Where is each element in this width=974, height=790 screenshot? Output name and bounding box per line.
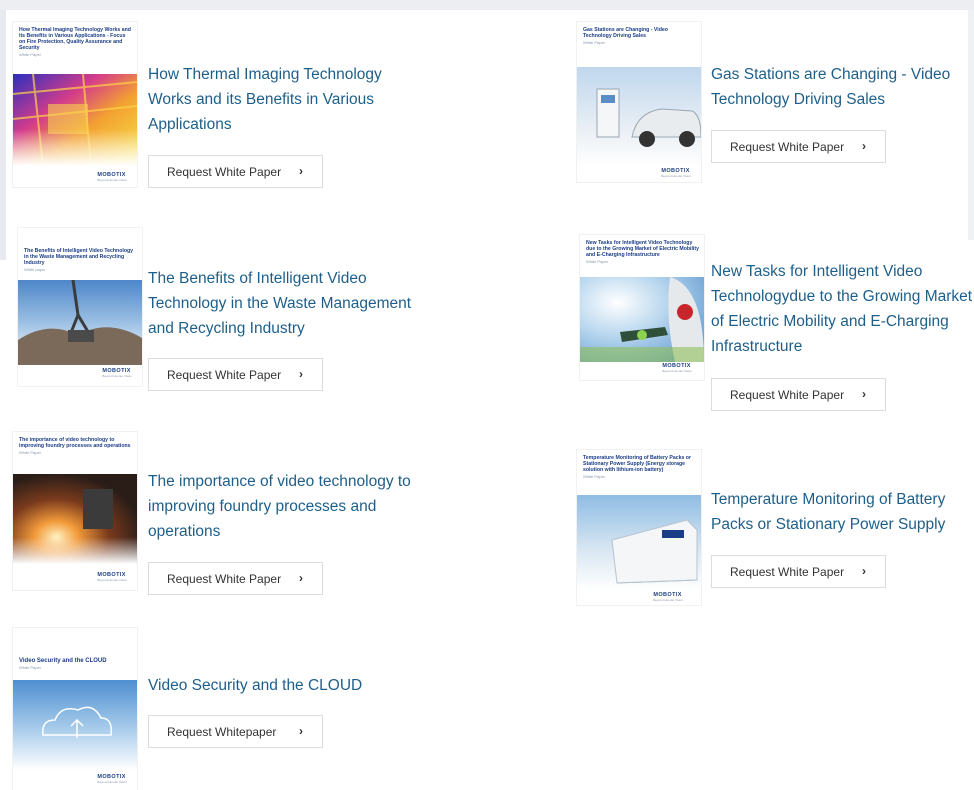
thumb-image [13,474,137,564]
paper-title-link[interactable]: New Tasks for Intelligent Video Technolo… [711,259,974,359]
mobotix-logo: MOBOTIX Beyond Human Vision [662,363,692,373]
thumb-title: Temperature Monitoring of Battery Packs … [583,455,691,473]
thumb-subtitle: White Paper [583,474,606,479]
paper-thumbnail[interactable]: Video Security and the CLOUD White Paper … [13,628,137,790]
thumb-subtitle: White Paper [19,450,42,455]
paper-thumbnail[interactable]: How Thermal Imaging Technology Works and… [13,22,137,187]
thumb-subtitle: White Paper [586,259,609,264]
paper-title-link[interactable]: Temperature Monitoring of Battery Packs … [711,487,971,537]
request-white-paper-button[interactable]: Request White Paper › [711,555,886,588]
paper-title-link[interactable]: Gas Stations are Changing - Video Techno… [711,62,971,112]
thumb-image [13,680,137,770]
request-white-paper-button[interactable]: Request White Paper › [711,130,886,163]
thumb-image [13,73,137,167]
paper-thumbnail[interactable]: Temperature Monitoring of Battery Packs … [577,450,701,605]
right-panel-edge [968,10,974,240]
thumb-subtitle: White Paper [583,40,606,45]
request-white-paper-button[interactable]: Request White Paper › [711,378,886,411]
thumb-image [577,495,701,590]
thumb-image [580,277,704,362]
mobotix-logo: MOBOTIX Beyond Human Vision [661,168,691,178]
thumb-subtitle: White Paper [19,665,42,670]
thumb-title: Video Security and the CLOUD [19,658,107,664]
mobotix-logo: MOBOTIX Beyond Human Vision [102,368,132,378]
mobotix-logo: MOBOTIX Beyond Human Vision [653,592,683,602]
thumb-title: The Benefits of Intelligent Video Techno… [24,248,134,266]
thumb-title: The importance of video technology to im… [19,437,131,449]
thumb-image [18,279,142,365]
chevron-right-icon: › [299,164,303,178]
request-white-paper-button[interactable]: Request White Paper › [148,358,323,391]
thumb-title: New Tasks for Intelligent Video Technolo… [586,240,699,258]
mobotix-logo: MOBOTIX Beyond Human Vision [97,774,127,784]
paper-thumbnail[interactable]: The importance of video technology to im… [13,432,137,590]
top-band [0,0,974,10]
chevron-right-icon: › [299,367,303,381]
paper-thumbnail[interactable]: The Benefits of Intelligent Video Techno… [18,228,142,386]
paper-title-link[interactable]: How Thermal Imaging Technology Works and… [148,62,428,137]
chevron-right-icon: › [862,139,866,153]
thumb-title: Gas Stations are Changing - Video Techno… [583,27,668,39]
left-panel-edge [0,10,6,260]
paper-thumbnail[interactable]: Gas Stations are Changing - Video Techno… [577,22,701,182]
thumb-subtitle: White Paper [19,52,42,57]
chevron-right-icon: › [299,724,303,738]
mobotix-logo: MOBOTIX Beyond Human Vision [97,572,127,582]
chevron-right-icon: › [862,387,866,401]
request-white-paper-button[interactable]: Request White Paper › [148,562,323,595]
thumb-subtitle: White paper [24,267,46,272]
chevron-right-icon: › [862,564,866,578]
mobotix-logo: MOBOTIX Beyond Human Vision [97,172,127,182]
chevron-right-icon: › [299,571,303,585]
paper-title-link[interactable]: The importance of video technology to im… [148,469,428,544]
paper-thumbnail[interactable]: New Tasks for Intelligent Video Technolo… [580,235,704,380]
request-whitepaper-button[interactable]: Request Whitepaper › [148,715,323,748]
paper-title-link[interactable]: The Benefits of Intelligent Video Techno… [148,266,428,341]
thumb-image [577,67,701,167]
request-white-paper-button[interactable]: Request White Paper › [148,155,323,188]
thumb-title: How Thermal Imaging Technology Works and… [19,27,131,51]
paper-title-link[interactable]: Video Security and the CLOUD [148,673,428,698]
